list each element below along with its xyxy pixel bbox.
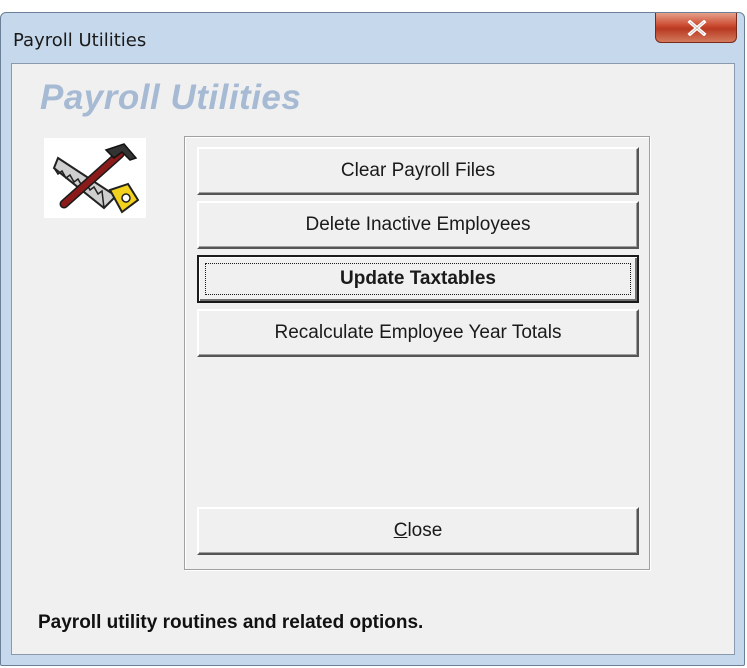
clear-payroll-files-label: Clear Payroll Files <box>340 160 496 181</box>
close-button[interactable]: Close <box>197 507 639 555</box>
dialog-window: Payroll Utilities Payroll Utilities Clea… <box>0 12 745 666</box>
window-close-button[interactable] <box>655 13 737 43</box>
header-title: Payroll Utilities <box>40 78 302 117</box>
close-button-label: Close <box>393 520 443 541</box>
status-text: Payroll utility routines and related opt… <box>38 612 424 633</box>
recalculate-employee-year-totals-button[interactable]: Recalculate Employee Year Totals <box>197 309 639 357</box>
window-title: Payroll Utilities <box>13 30 147 51</box>
update-taxtables-label: Update Taxtables <box>340 268 496 289</box>
update-taxtables-button[interactable]: Update Taxtables <box>197 255 639 303</box>
close-icon <box>687 20 707 36</box>
delete-inactive-employees-button[interactable]: Delete Inactive Employees <box>197 201 639 249</box>
recalculate-employee-year-totals-label: Recalculate Employee Year Totals <box>274 322 562 343</box>
utility-button-panel: Clear Payroll Files Delete Inactive Empl… <box>184 136 650 570</box>
clear-payroll-files-button[interactable]: Clear Payroll Files <box>197 147 639 195</box>
delete-inactive-employees-label: Delete Inactive Employees <box>305 214 531 235</box>
dialog-client-area: Payroll Utilities Clear Payroll Files De… <box>11 63 735 655</box>
saw-and-hammer-icon <box>44 138 146 218</box>
